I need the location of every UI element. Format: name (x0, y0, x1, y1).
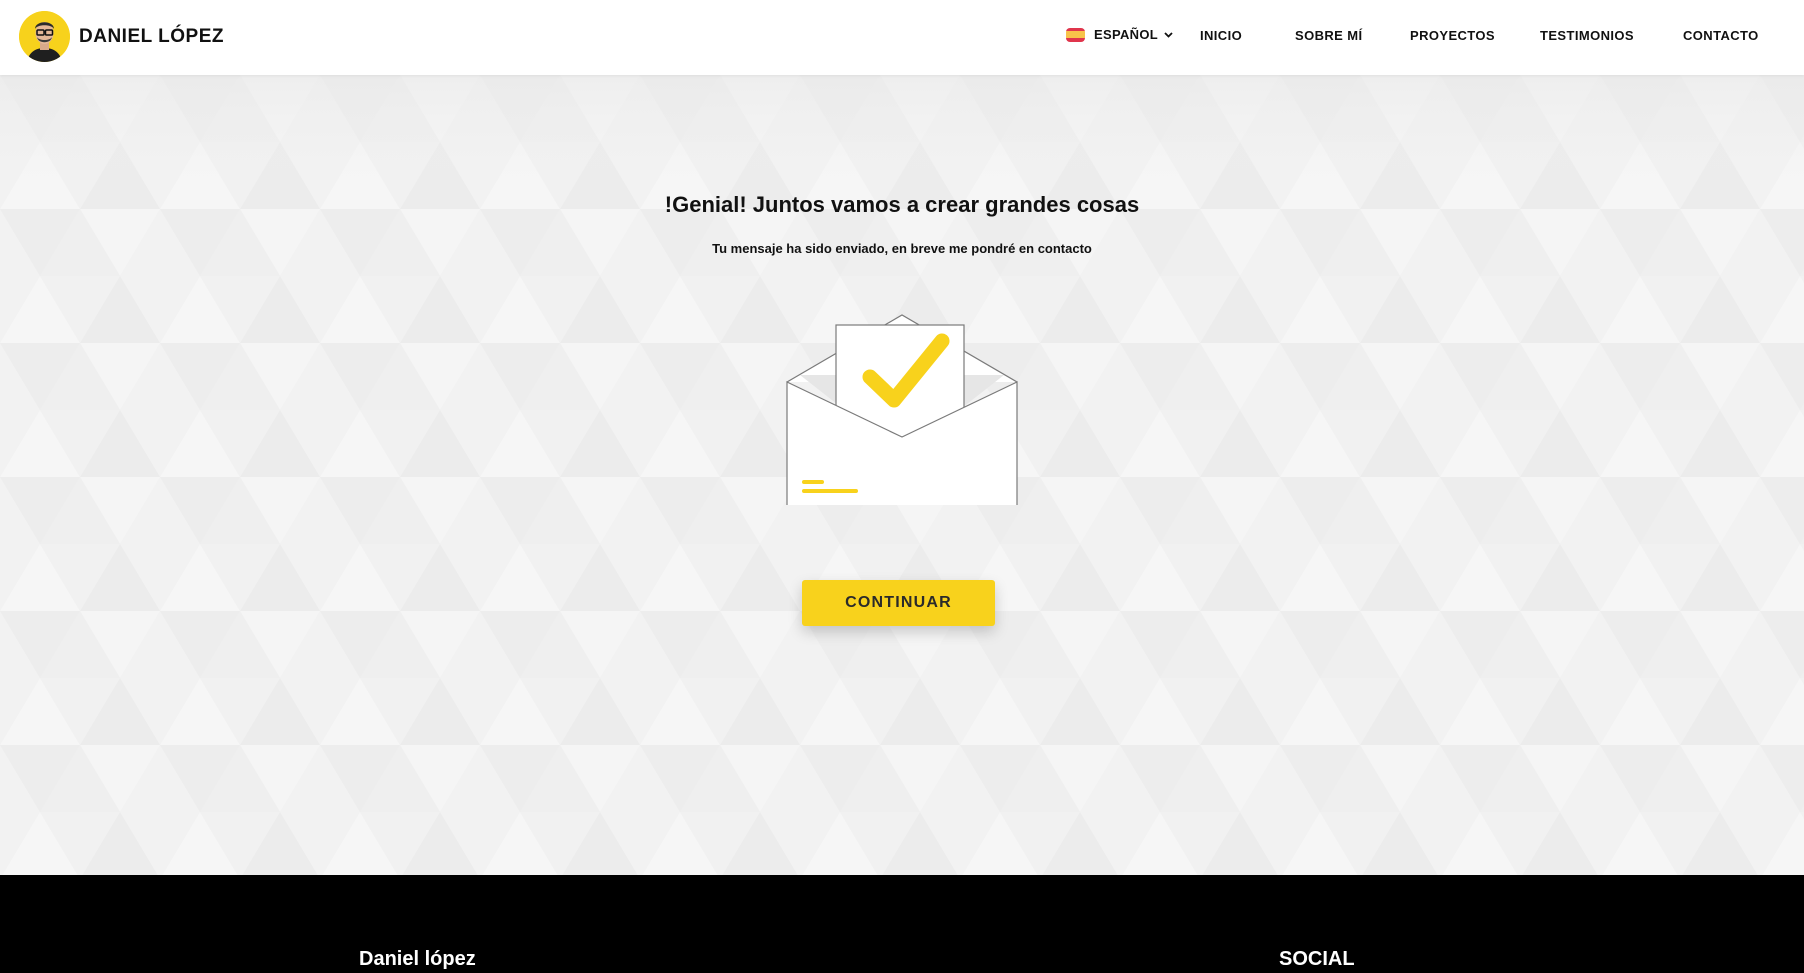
nav-item-testimonios[interactable]: TESTIMONIOS (1540, 28, 1634, 43)
main-nav: ESPAÑOL INICIO SOBRE MÍ PROYECTOS TESTIM… (0, 0, 1804, 75)
nav-item-contacto[interactable]: CONTACTO (1683, 28, 1759, 43)
footer-social-heading: SOCIAL (1279, 948, 1355, 970)
footer-brand-heading: Daniel lópez (359, 948, 476, 970)
success-section: !Genial! Juntos vamos a crear grandes co… (0, 75, 1804, 875)
continue-button[interactable]: CONTINUAR (802, 580, 995, 626)
nav-item-proyectos[interactable]: PROYECTOS (1410, 28, 1495, 43)
nav-item-inicio[interactable]: INICIO (1200, 28, 1242, 43)
language-label: ESPAÑOL (1094, 27, 1158, 42)
site-header: DANIEL LÓPEZ ESPAÑOL INICIO SOBRE MÍ PRO… (0, 0, 1804, 75)
page-title: !Genial! Juntos vamos a crear grandes co… (664, 192, 1140, 217)
spain-flag-icon (1066, 27, 1085, 42)
chevron-down-icon (1164, 32, 1173, 38)
page-subtitle: Tu mensaje ha sido enviado, en breve me … (712, 241, 1092, 256)
envelope-check-icon (786, 314, 1018, 505)
language-selector[interactable]: ESPAÑOL (1066, 27, 1174, 42)
site-footer: Daniel lópez SOCIAL (0, 875, 1804, 973)
nav-item-sobre-mi[interactable]: SOBRE MÍ (1295, 28, 1362, 43)
